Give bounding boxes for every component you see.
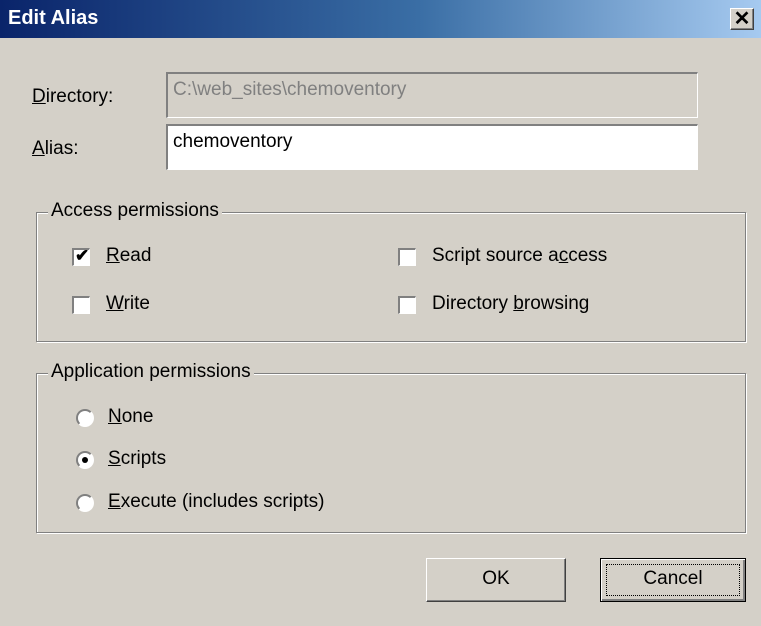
alias-input[interactable]: chemoventory (166, 124, 698, 170)
execute-radio[interactable] (76, 494, 94, 512)
none-radio[interactable] (76, 409, 94, 427)
scripts-radio[interactable] (76, 451, 94, 469)
ok-button[interactable]: OK (426, 558, 566, 602)
check-icon: ✔ (75, 246, 90, 265)
application-permissions-legend: Application permissions (48, 361, 254, 383)
alias-label: Alias: (32, 138, 79, 159)
read-checkbox[interactable]: ✔ (72, 246, 90, 266)
close-button[interactable]: ✕ (730, 8, 754, 30)
focus-ring (606, 564, 740, 596)
window-title: Edit Alias (8, 7, 99, 29)
directory-label: Directory: (32, 86, 114, 107)
none-label[interactable]: None (108, 406, 153, 428)
title-bar: Edit Alias ✕ (0, 0, 761, 39)
cancel-button[interactable]: Cancel (600, 558, 746, 602)
directory-browsing-label[interactable]: Directory browsing (432, 293, 589, 315)
access-permissions-legend: Access permissions (48, 200, 222, 222)
access-permissions-group (36, 212, 746, 342)
script-source-access-label[interactable]: Script source access (432, 245, 607, 267)
write-label[interactable]: Write (106, 293, 150, 315)
close-icon: ✕ (733, 8, 751, 30)
radio-selected-dot (82, 457, 88, 463)
read-label[interactable]: Read (106, 245, 151, 267)
script-source-access-checkbox[interactable] (398, 248, 416, 266)
scripts-label[interactable]: Scripts (108, 448, 166, 470)
execute-label[interactable]: Execute (includes scripts) (108, 491, 324, 513)
directory-browsing-checkbox[interactable] (398, 296, 416, 314)
write-checkbox[interactable] (72, 296, 90, 314)
directory-field: C:\web_sites\chemoventory (166, 72, 698, 118)
